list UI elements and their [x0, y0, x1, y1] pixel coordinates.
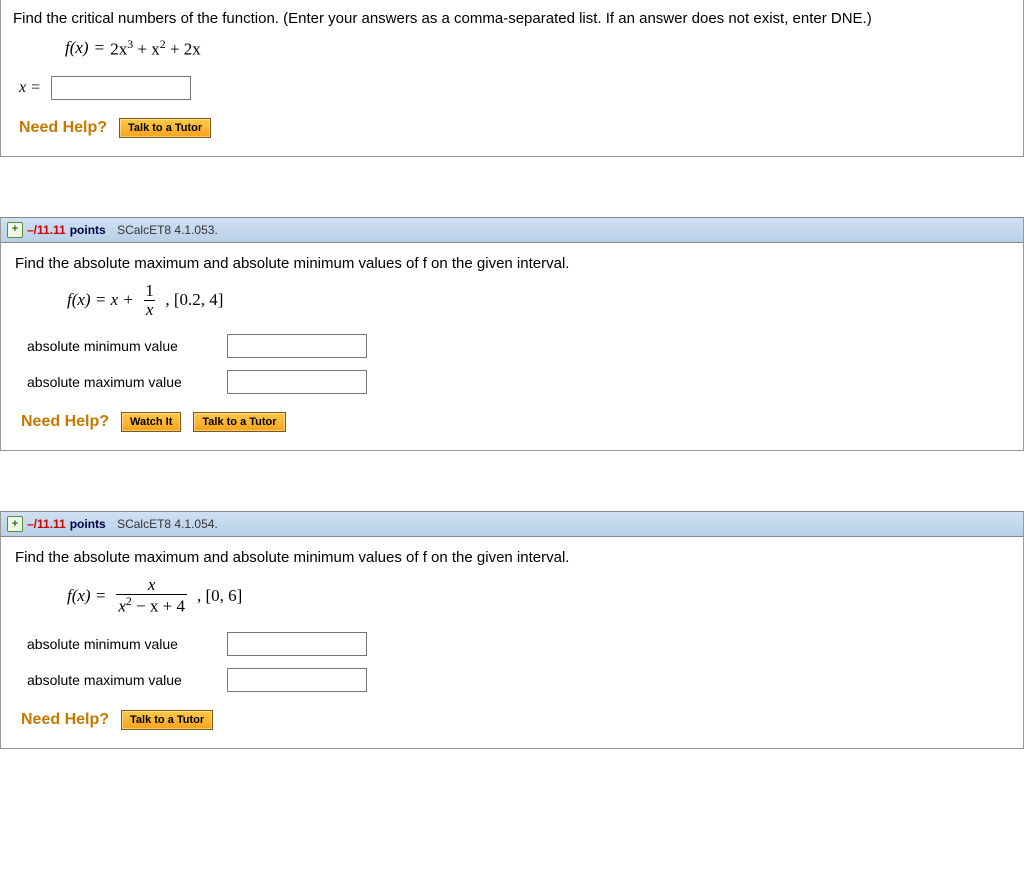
question-reference: SCalcET8 4.1.054.	[117, 517, 218, 531]
interval: , [0, 6]	[197, 586, 242, 606]
den-term-1: x	[118, 597, 126, 616]
points-label: points	[70, 517, 106, 531]
question-body: Find the absolute maximum and absolute m…	[1, 537, 1023, 747]
talk-to-tutor-button[interactable]: Talk to a Tutor	[193, 412, 285, 432]
fx-symbol: f(x)	[65, 38, 89, 58]
talk-to-tutor-button[interactable]: Talk to a Tutor	[121, 710, 213, 730]
term-3: + 2x	[166, 40, 201, 59]
absolute-maximum-label: absolute maximum value	[21, 374, 217, 390]
fraction-numerator: 1	[145, 282, 154, 300]
critical-numbers-input[interactable]	[51, 76, 191, 100]
absolute-maximum-input[interactable]	[227, 370, 367, 394]
interval: , [0.2, 4]	[165, 290, 223, 310]
expand-icon[interactable]: +	[7, 222, 23, 238]
den-rest: − x + 4	[132, 597, 185, 616]
talk-to-tutor-button[interactable]: Talk to a Tutor	[119, 118, 211, 138]
function-definition: f(x) = 2x3 + x2 + 2x	[13, 33, 1011, 70]
term-2: + x	[133, 40, 160, 59]
need-help-row: Need Help? Talk to a Tutor	[13, 106, 1011, 138]
need-help-label: Need Help?	[21, 711, 109, 729]
equals-sign: =	[95, 38, 105, 58]
fx-lhs: f(x) = x +	[67, 290, 134, 310]
function-definition: f(x) = x + 1 x , [0.2, 4]	[15, 278, 1009, 329]
question-reference: SCalcET8 4.1.053.	[117, 223, 218, 237]
fraction: x x2 − x + 4	[116, 576, 187, 615]
rhs: 2x3 + x2 + 2x	[110, 37, 201, 60]
x-equals-label: x =	[19, 79, 41, 97]
points-earned: –/11.11	[27, 223, 66, 237]
max-value-row: absolute maximum value	[15, 364, 1009, 400]
fraction-numerator: x	[148, 576, 156, 594]
watch-it-button[interactable]: Watch It	[121, 412, 181, 432]
fraction-denominator: x2 − x + 4	[116, 594, 187, 616]
function-definition: f(x) = x x2 − x + 4 , [0, 6]	[15, 572, 1009, 625]
absolute-minimum-input[interactable]	[227, 334, 367, 358]
question-prompt: Find the critical numbers of the functio…	[13, 10, 1011, 27]
absolute-minimum-label: absolute minimum value	[21, 636, 217, 652]
need-help-label: Need Help?	[21, 413, 109, 431]
points-label: points	[70, 223, 106, 237]
question-2: + –/11.11 points SCalcET8 4.1.053. Find …	[0, 217, 1024, 452]
absolute-maximum-input[interactable]	[227, 668, 367, 692]
min-value-row: absolute minimum value	[15, 328, 1009, 364]
min-value-row: absolute minimum value	[15, 626, 1009, 662]
fraction-denominator: x	[144, 300, 156, 319]
question-header: + –/11.11 points SCalcET8 4.1.053.	[1, 217, 1023, 243]
question-header: + –/11.11 points SCalcET8 4.1.054.	[1, 511, 1023, 537]
expand-icon[interactable]: +	[7, 516, 23, 532]
need-help-label: Need Help?	[19, 119, 107, 137]
fraction: 1 x	[144, 282, 156, 319]
points-earned: –/11.11	[27, 517, 66, 531]
question-prompt: Find the absolute maximum and absolute m…	[15, 549, 1009, 566]
term-1-coef: 2x	[110, 40, 127, 59]
max-value-row: absolute maximum value	[15, 662, 1009, 698]
fx-lhs: f(x) =	[67, 586, 106, 606]
absolute-minimum-input[interactable]	[227, 632, 367, 656]
question-body: Find the absolute maximum and absolute m…	[1, 243, 1023, 451]
absolute-minimum-label: absolute minimum value	[21, 338, 217, 354]
question-1: Find the critical numbers of the functio…	[0, 0, 1024, 157]
answer-row-x: x =	[13, 70, 1011, 106]
absolute-maximum-label: absolute maximum value	[21, 672, 217, 688]
need-help-row: Need Help? Talk to a Tutor	[15, 698, 1009, 730]
question-3: + –/11.11 points SCalcET8 4.1.054. Find …	[0, 511, 1024, 748]
need-help-row: Need Help? Watch It Talk to a Tutor	[15, 400, 1009, 432]
question-prompt: Find the absolute maximum and absolute m…	[15, 255, 1009, 272]
